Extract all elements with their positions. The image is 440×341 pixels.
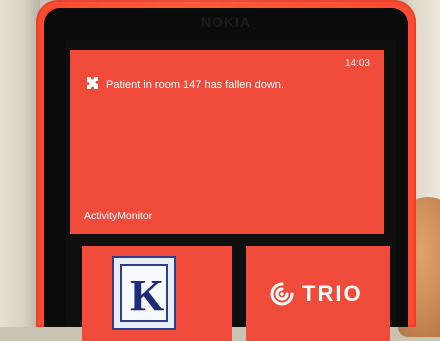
notification-time: 14:03 (344, 58, 370, 69)
notification-tile[interactable]: 14:03 Patient in room 147 has fallen dow… (70, 50, 384, 234)
trio-logo: TRIO (268, 280, 363, 308)
phone-brand: NOKIA (200, 14, 252, 30)
notification-message-row: Patient in room 147 has fallen down. (84, 76, 370, 94)
phone: NOKIA 14:03 Patient in room 147 has fall… (36, 0, 416, 341)
notification-message: Patient in room 147 has fallen down. (106, 79, 284, 91)
trio-swirl-icon (270, 282, 294, 306)
trio-label: TRIO (302, 281, 363, 306)
puzzle-icon (84, 75, 100, 96)
backdrop-left (0, 0, 40, 327)
k-logo-icon: K (112, 256, 176, 330)
k-logo-letter: K (130, 271, 165, 320)
phone-screen: 14:03 Patient in room 147 has fallen dow… (66, 40, 396, 341)
app-name-label: ActivityMonitor (84, 210, 153, 222)
phone-bezel: NOKIA 14:03 Patient in room 147 has fall… (44, 8, 408, 341)
